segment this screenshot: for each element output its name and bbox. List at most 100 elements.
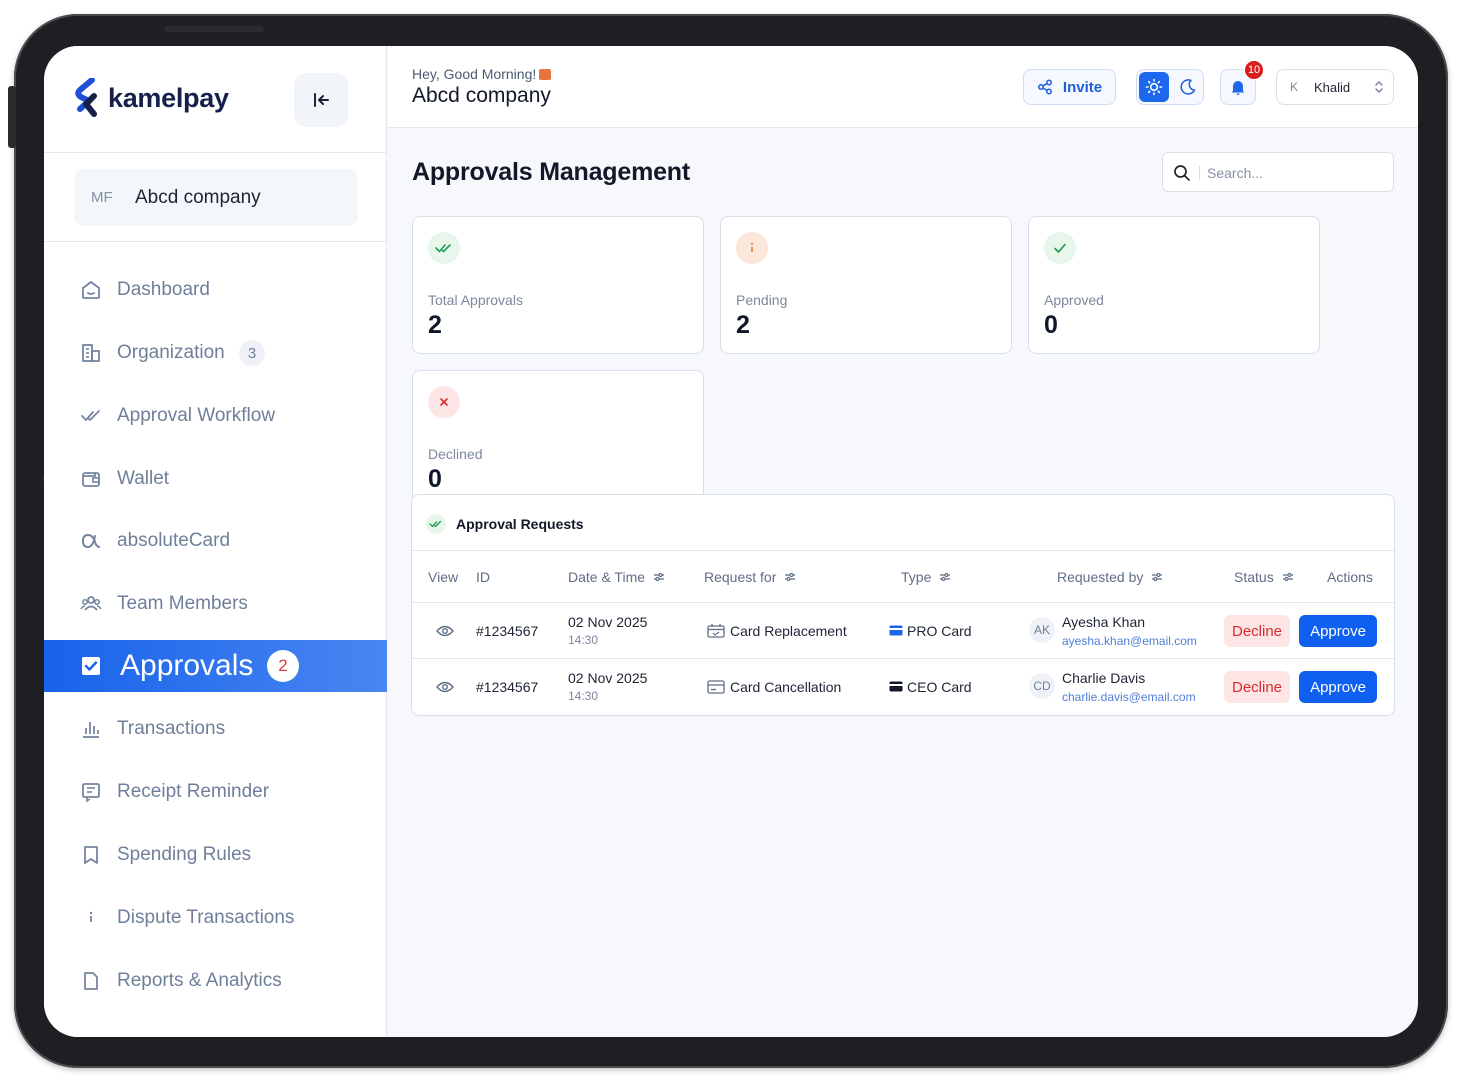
requester-name: Ayesha Khan [1062,614,1146,630]
table-row: #1234567 02 Nov 2025 14:30 Card Replacem… [412,603,1394,659]
double-check-icon [428,232,460,264]
sidebar-item-team-members[interactable]: Team Members [44,578,387,630]
approve-button[interactable]: Approve [1299,615,1377,647]
dark-mode-button[interactable] [1173,72,1203,102]
brand-logo[interactable]: kamelpay [74,78,229,118]
company-switcher[interactable]: MF Abcd company [74,169,358,226]
sort-icon[interactable] [939,571,951,583]
stat-card-approved: Approved 0 [1028,216,1320,354]
organization-count-badge: 3 [239,340,265,366]
sidebar-item-label: absoluteCard [117,530,231,551]
request-for: Card Cancellation [730,679,842,695]
greeting-text: Hey, Good Morning! [412,66,537,82]
table-header-bar: Approval Requests [412,495,1394,551]
search-box[interactable] [1162,152,1394,192]
company-name: Abcd company [135,186,261,208]
request-id: #1234567 [476,623,539,639]
sidebar-item-label: Transactions [117,718,226,739]
card-type: PRO Card [907,623,972,639]
sidebar-item-dashboard[interactable]: Dashboard [44,264,387,316]
alpha-icon [79,529,103,553]
eye-icon[interactable] [436,624,454,638]
greeting: Hey, Good Morning! [412,66,552,82]
sidebar-item-label: Wallet [117,468,170,489]
card-replace-icon [707,624,725,638]
user-avatar: K [1290,80,1299,94]
sidebar-item-organization[interactable]: Organization 3 [44,327,387,379]
avatar: AK [1029,617,1055,643]
stat-value: 0 [428,465,442,493]
search-divider [1199,166,1200,180]
column-label: Status [1234,569,1274,585]
collapse-left-icon [314,93,329,107]
top-header: Hey, Good Morning! Abcd company Invite 1… [388,46,1418,128]
sidebar-item-label: Organization [117,342,225,363]
approval-requests-table: Approval Requests View ID Date & Time Re… [411,494,1395,716]
table-title: Approval Requests [456,516,584,532]
sort-icon[interactable] [1151,571,1163,583]
column-header-type[interactable]: Type [901,569,951,585]
divider [44,241,387,242]
sidebar-item-receipt-reminder[interactable]: Receipt Reminder [44,766,387,818]
column-header-requested-by[interactable]: Requested by [1057,569,1163,585]
request-for: Card Replacement [730,623,847,639]
invite-label: Invite [1062,78,1103,96]
decline-button[interactable]: Decline [1224,671,1290,703]
sidebar-item-spending-rules[interactable]: Spending Rules [44,829,387,881]
company-avatar: MF [91,189,113,206]
sunrise-emoji-icon [539,69,552,80]
search-input[interactable] [1207,162,1387,184]
sidebar-item-approvals[interactable]: Approvals 2 [44,640,387,692]
info-icon [79,906,103,930]
column-label: View [428,569,459,585]
theme-toggle[interactable] [1136,69,1204,105]
avatar: CD [1029,673,1055,699]
light-mode-button[interactable] [1139,72,1169,102]
sort-icon[interactable] [784,571,796,583]
sort-icon[interactable] [1282,571,1294,583]
header-company-name: Abcd company [412,84,551,107]
approve-button[interactable]: Approve [1299,671,1377,703]
column-header-date-time[interactable]: Date & Time [568,569,665,585]
user-menu[interactable]: K Khalid [1276,69,1394,105]
sidebar-item-approval-workflow[interactable]: Approval Workflow [44,390,387,442]
bar-chart-icon [79,717,103,741]
collapse-sidebar-button[interactable] [294,73,348,127]
decline-button[interactable]: Decline [1224,615,1290,647]
stat-label: Approved [1044,292,1104,308]
column-label: Request for [704,569,777,585]
sidebar-item-wallet[interactable]: Wallet [44,453,387,505]
sort-icon[interactable] [653,571,665,583]
approvals-count-badge: 2 [267,650,299,682]
home-icon [79,278,103,302]
requester-email[interactable]: charlie.davis@email.com [1062,690,1196,704]
double-check-icon [79,404,103,428]
stat-value: 2 [736,311,750,339]
sidebar-item-absolutecard[interactable]: absoluteCard [44,515,387,567]
search-icon [1174,165,1190,181]
app-screen: kamelpay MF Abcd company Dashboard Organ… [44,46,1418,1037]
requester-email[interactable]: ayesha.khan@email.com [1062,634,1197,648]
stat-label: Declined [428,446,483,462]
column-header-request-for[interactable]: Request for [704,569,796,585]
sun-icon [1145,78,1163,96]
column-label: Date & Time [568,569,646,585]
page-title: Approvals Management [412,158,691,186]
request-time: 14:30 [568,689,599,703]
double-check-icon [426,514,446,534]
sidebar-item-transactions[interactable]: Transactions [44,703,387,755]
users-icon [79,592,103,616]
sidebar-item-reports-analytics[interactable]: Reports & Analytics [44,955,387,1007]
invite-button[interactable]: Invite [1023,69,1116,105]
column-header-status[interactable]: Status [1234,569,1294,585]
stat-value: 0 [1044,311,1058,339]
column-label: ID [476,569,490,585]
bell-icon [1231,81,1245,95]
sidebar-item-label: Reports & Analytics [117,970,282,991]
column-label: Type [901,569,932,585]
moon-icon [1180,79,1196,95]
sidebar-item-dispute-transactions[interactable]: Dispute Transactions [44,892,387,944]
eye-icon[interactable] [436,680,454,694]
chevron-updown-icon [1375,81,1383,93]
requester-name: Charlie Davis [1062,670,1146,686]
